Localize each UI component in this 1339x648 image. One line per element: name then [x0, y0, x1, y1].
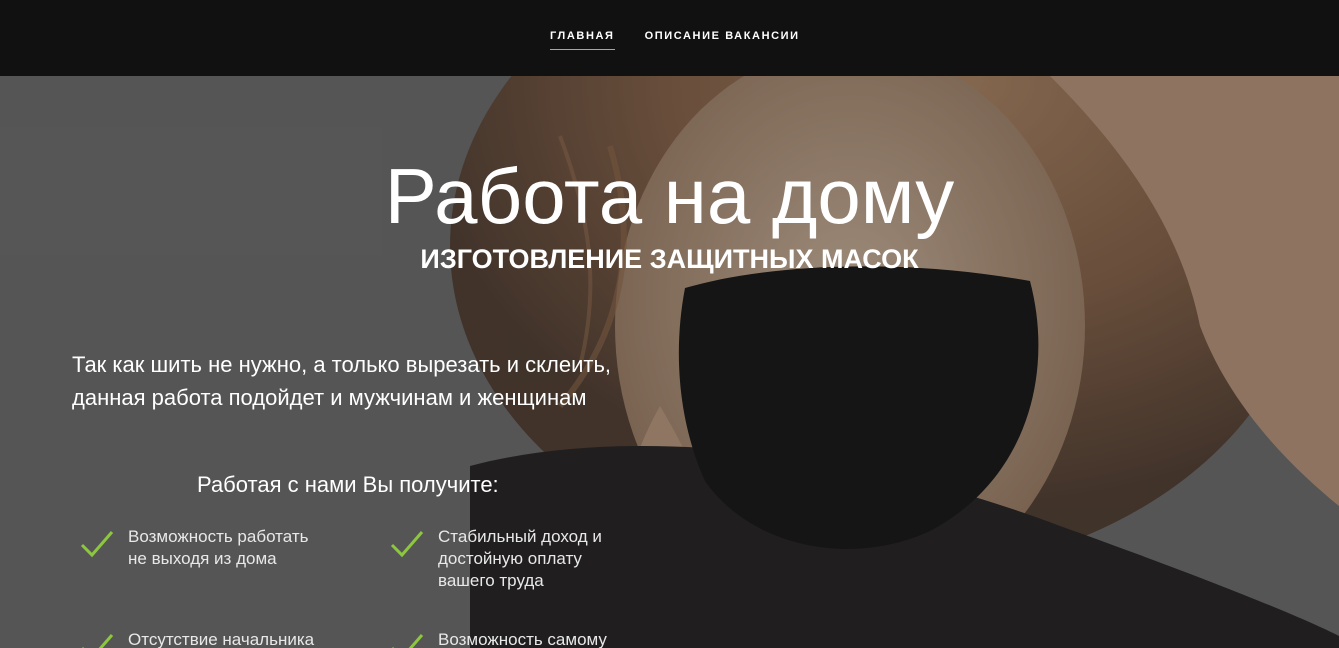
benefit-text: Отсутствие начальника [128, 630, 315, 648]
main-nav: ГЛАВНАЯ ОПИСАНИЕ ВАКАНСИИ [550, 30, 800, 50]
check-icon [392, 634, 424, 648]
nav-item-vacancy-description[interactable]: ОПИСАНИЕ ВАКАНСИИ [645, 30, 800, 50]
benefit-item: Стабильный доход и достойную оплату ваше… [390, 527, 602, 590]
hero-intro-text: Так как шить не нужно, а только вырезать… [72, 352, 612, 410]
benefit-text: Возможность самому [438, 630, 607, 648]
benefit-item: Возможность самому [390, 630, 607, 648]
benefit-item: Возможность работать не выходя из дома [80, 527, 308, 568]
nav-item-home[interactable]: ГЛАВНАЯ [550, 30, 615, 50]
benefit-text: Стабильный доход и достойную оплату ваше… [438, 527, 602, 590]
check-icon [80, 531, 114, 558]
top-navigation-bar: ГЛАВНАЯ ОПИСАНИЕ ВАКАНСИИ [0, 0, 1339, 76]
check-icon [390, 531, 424, 558]
hero-title: Работа на дому [384, 152, 955, 240]
hero-subtitle: ИЗГОТОВЛЕНИЕ ЗАЩИТНЫХ МАСОК [420, 244, 919, 274]
benefit-item: Отсутствие начальника [80, 630, 314, 648]
check-icon [82, 634, 114, 648]
hero-section: Работа на дому ИЗГОТОВЛЕНИЕ ЗАЩИТНЫХ МАС… [0, 76, 1339, 648]
benefits-heading: Работая с нами Вы получите: [197, 472, 499, 497]
benefit-text: Возможность работать не выходя из дома [128, 527, 309, 568]
